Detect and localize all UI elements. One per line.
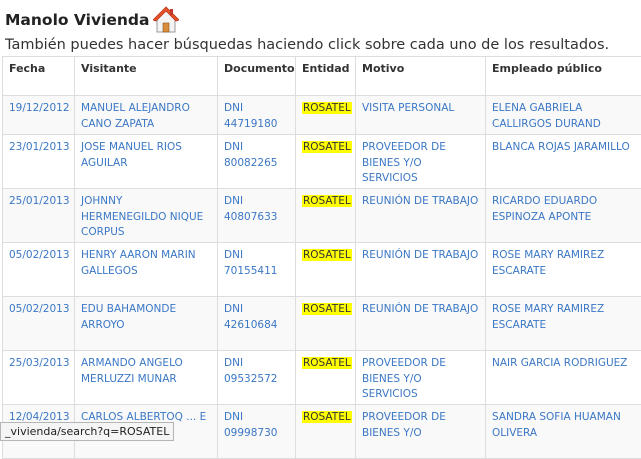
table-row: 05/02/2013 HENRY AARON MARIN GALLEGOS DN… (3, 243, 641, 297)
cell-documento[interactable]: DNI 70155411 (218, 243, 296, 297)
cell-entidad[interactable]: ROSATEL (296, 135, 356, 189)
cell-documento[interactable]: DNI 42610684 (218, 297, 296, 351)
table-row: 05/02/2013 EDU BAHAMONDE ARROYO DNI 4261… (3, 297, 641, 351)
table-row: 25/03/2013 ARMANDO ANGELO MERLUZZI MUNAR… (3, 351, 641, 405)
column-header-entidad: Entidad (296, 57, 356, 96)
cell-motivo[interactable]: PROVEEDOR DE BIENES Y/O SERVICIOS (356, 351, 486, 405)
table-row: 23/01/2013 JOSE MANUEL RIOS AGUILAR DNI … (3, 135, 641, 189)
page-header: Manolo Vivienda (5, 5, 179, 35)
cell-motivo[interactable]: REUNIÓN DE TRABAJO (356, 297, 486, 351)
status-bar-url: _vivienda/search?q=ROSATEL (0, 422, 174, 441)
column-header-fecha: Fecha (3, 57, 75, 96)
cell-documento[interactable]: DNI 44719180 (218, 96, 296, 135)
entidad-highlight[interactable]: ROSATEL (302, 411, 352, 423)
cell-empleado[interactable]: ROSE MARY RAMIREZ ESCARATE (486, 243, 641, 297)
results-table: Fecha Visitante Documento Entidad Motivo… (2, 56, 641, 459)
cell-fecha[interactable]: 23/01/2013 (3, 135, 75, 189)
cell-empleado[interactable]: RICARDO EDUARDO ESPINOZA APONTE (486, 189, 641, 243)
column-header-visitante: Visitante (75, 57, 218, 96)
cell-fecha[interactable]: 25/03/2013 (3, 351, 75, 405)
cell-fecha[interactable]: 05/02/2013 (3, 297, 75, 351)
cell-entidad[interactable]: ROSATEL (296, 405, 356, 459)
cell-visitante[interactable]: EDU BAHAMONDE ARROYO (75, 297, 218, 351)
cell-visitante[interactable]: JOHNNY HERMENEGILDO NIQUE CORPUS (75, 189, 218, 243)
cell-fecha[interactable]: 19/12/2012 (3, 96, 75, 135)
column-header-documento: Documento (218, 57, 296, 96)
cell-fecha[interactable]: 05/02/2013 (3, 243, 75, 297)
cell-entidad[interactable]: ROSATEL (296, 297, 356, 351)
entidad-highlight[interactable]: ROSATEL (302, 249, 352, 261)
page-subtitle: También puedes hacer búsquedas haciendo … (5, 37, 609, 53)
cell-empleado[interactable]: BLANCA ROJAS JARAMILLO (486, 135, 641, 189)
cell-visitante[interactable]: ARMANDO ANGELO MERLUZZI MUNAR (75, 351, 218, 405)
cell-empleado[interactable]: NAIR GARCIA RODRIGUEZ (486, 351, 641, 405)
table-row: 25/01/2013 JOHNNY HERMENEGILDO NIQUE COR… (3, 189, 641, 243)
cell-documento[interactable]: DNI 80082265 (218, 135, 296, 189)
column-header-motivo: Motivo (356, 57, 486, 96)
entidad-highlight[interactable]: ROSATEL (302, 195, 352, 207)
cell-fecha[interactable]: 25/01/2013 (3, 189, 75, 243)
cell-empleado[interactable]: ELENA GABRIELA CALLIRGOS DURAND (486, 96, 641, 135)
cell-documento[interactable]: DNI 09532572 (218, 351, 296, 405)
cell-visitante[interactable]: HENRY AARON MARIN GALLEGOS (75, 243, 218, 297)
cell-motivo[interactable]: REUNIÓN DE TRABAJO (356, 243, 486, 297)
column-header-empleado: Empleado público (486, 57, 641, 96)
cell-entidad[interactable]: ROSATEL (296, 189, 356, 243)
entidad-highlight[interactable]: ROSATEL (302, 357, 352, 369)
table-row: 19/12/2012 MANUEL ALEJANDRO CANO ZAPATA … (3, 96, 641, 135)
cell-visitante[interactable]: MANUEL ALEJANDRO CANO ZAPATA (75, 96, 218, 135)
entidad-highlight[interactable]: ROSATEL (302, 102, 352, 114)
cell-entidad[interactable]: ROSATEL (296, 243, 356, 297)
cell-empleado[interactable]: ROSE MARY RAMIREZ ESCARATE (486, 297, 641, 351)
cell-visitante[interactable]: JOSE MANUEL RIOS AGUILAR (75, 135, 218, 189)
cell-entidad[interactable]: ROSATEL (296, 351, 356, 405)
cell-empleado[interactable]: SANDRA SOFIA HUAMAN OLIVERA (486, 405, 641, 459)
cell-entidad[interactable]: ROSATEL (296, 96, 356, 135)
cell-documento[interactable]: DNI 40807633 (218, 189, 296, 243)
cell-documento[interactable]: DNI 09998730 (218, 405, 296, 459)
page-title: Manolo Vivienda (5, 11, 149, 29)
entidad-highlight[interactable]: ROSATEL (302, 303, 352, 315)
cell-motivo[interactable]: VISITA PERSONAL (356, 96, 486, 135)
entidad-highlight[interactable]: ROSATEL (302, 141, 352, 153)
cell-motivo[interactable]: REUNIÓN DE TRABAJO (356, 189, 486, 243)
cell-motivo[interactable]: PROVEEDOR DE BIENES Y/O SERVICIOS (356, 135, 486, 189)
table-header-row: Fecha Visitante Documento Entidad Motivo… (3, 57, 641, 96)
house-icon (153, 6, 179, 34)
cell-motivo[interactable]: PROVEEDOR DE BIENES Y/O (356, 405, 486, 459)
